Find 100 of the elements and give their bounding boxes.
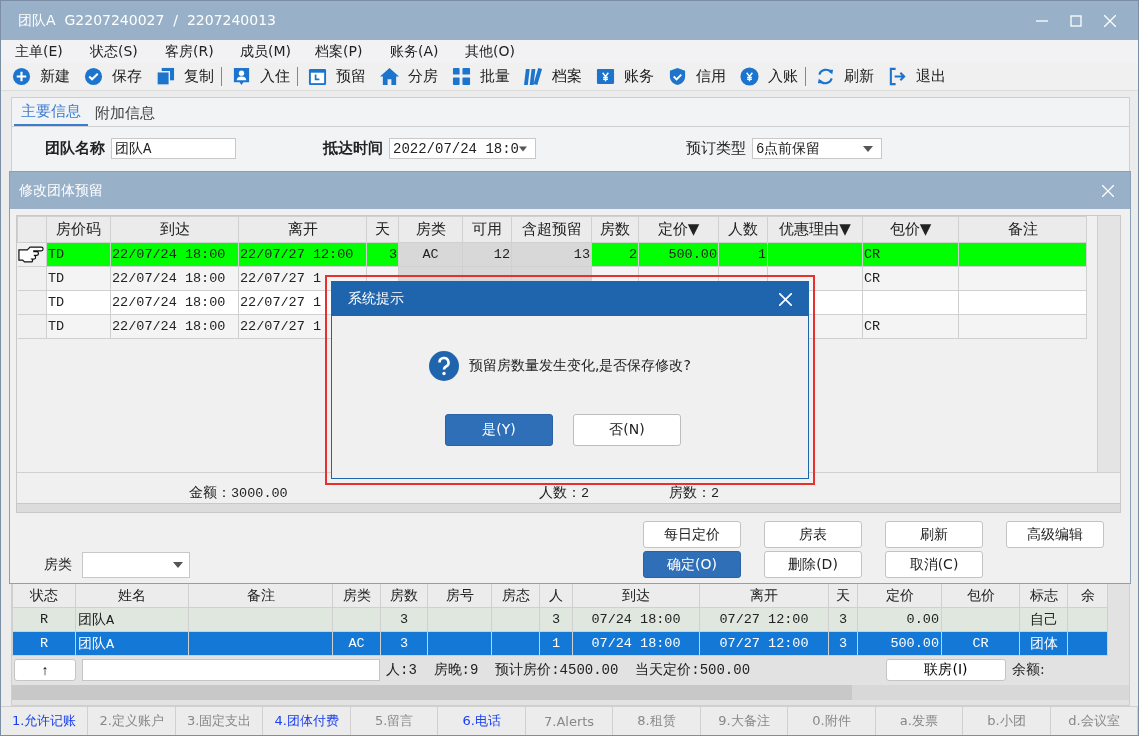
dialog-button[interactable]: 房表 (764, 521, 862, 548)
exit-icon (888, 67, 907, 86)
column-header: 包价▼ (862, 216, 959, 243)
menu-item[interactable]: 主单(E) (15, 42, 90, 61)
toolbar-button[interactable]: 账务 (589, 64, 661, 89)
dialog-button[interactable]: 删除(D) (764, 551, 862, 578)
menu-item[interactable]: 其他(O) (465, 42, 540, 61)
table-cell: R (12, 631, 76, 656)
dropdown-field[interactable]: 2022/07/24 18:0 (389, 138, 536, 159)
tab[interactable]: 主要信息 (14, 102, 88, 126)
question-icon (429, 351, 460, 381)
field-value: 6点前保留 (756, 139, 821, 158)
tab[interactable]: 1.允许记账 (1, 707, 89, 735)
column-header: 离开 (699, 583, 829, 608)
maximize-icon (1070, 14, 1082, 27)
close-icon (1104, 14, 1116, 27)
toolbar-button[interactable]: 预留 (301, 64, 373, 89)
column-header: 状态 (12, 583, 76, 608)
house-icon (380, 67, 399, 86)
tab[interactable]: 附加信息 (88, 104, 162, 126)
dialog-button[interactable]: 确定(O) (643, 551, 741, 578)
shield-check-icon (668, 67, 687, 86)
dropdown-arrow-icon (863, 145, 873, 152)
close-icon (779, 292, 792, 306)
column-header: 到达 (110, 216, 239, 243)
table-cell: 07/27 12:00 (699, 631, 829, 656)
dropdown-arrow-icon (519, 145, 527, 152)
dropdown-arrow-icon (173, 562, 183, 568)
dialog-button[interactable]: 高级编辑 (1006, 521, 1104, 548)
toolbar-button[interactable]: 保存 (77, 64, 149, 89)
horizontal-scrollbar[interactable] (17, 503, 1120, 512)
horizontal-scrollbar[interactable] (12, 685, 1129, 700)
plus-circle-icon (12, 67, 31, 86)
copy-icon (156, 67, 175, 86)
tab[interactable]: 6.电话 (438, 707, 526, 735)
grid-icon (452, 67, 471, 86)
field-value: 2022/07/24 18:0 (393, 140, 520, 157)
column-header: 优惠理由▼ (767, 216, 863, 243)
column-header: 天 (366, 216, 399, 243)
toolbar-button[interactable]: 入账 (733, 67, 806, 86)
menu-item[interactable]: 状态(S) (90, 42, 165, 61)
column-header: 离开 (238, 216, 367, 243)
cash-box-icon (596, 67, 615, 86)
menu-item[interactable]: 客房(R) (165, 42, 240, 61)
toolbar-button[interactable]: 刷新 (809, 64, 881, 89)
table-cell: 22/07/24 18:00 (110, 266, 239, 291)
balance-label: 余额: (1012, 661, 1045, 679)
toolbar-button[interactable]: 复制 (149, 67, 222, 86)
summary-text: 人:3 房晚:9 预计房价:4500.00 当天定价:500.00 (386, 661, 752, 679)
dropdown-field[interactable] (82, 552, 190, 578)
table-cell: 07/24 18:00 (572, 607, 700, 632)
table-cell: 07/27 12:00 (699, 607, 829, 632)
toolbar-button[interactable]: 新建 (5, 64, 77, 89)
menu-item[interactable]: 账务(A) (390, 42, 465, 61)
dialog-button[interactable]: 每日定价 (643, 521, 741, 548)
column-header: 含超预留 (511, 216, 592, 243)
input-field[interactable]: 团队A (111, 138, 236, 159)
person-card-icon (232, 67, 251, 86)
toolbar-button[interactable]: 退出 (881, 64, 953, 89)
table-row[interactable]: TD 22/07/24 18:00 22/07/27 12:00 3 AC 12 13 2 500.00 1 CR (17, 242, 1087, 267)
summary-text: 房数：2 (669, 484, 720, 502)
table-row[interactable]: R 团队A 3 3 07/24 18:00 07/27 12:00 3 0.00 自己 (12, 607, 1108, 632)
dialog-button[interactable]: 取消(C) (885, 551, 983, 578)
vertical-scrollbar[interactable] (1097, 216, 1120, 472)
table-cell: 团队A (75, 607, 189, 632)
column-header: 人数 (718, 216, 768, 243)
yen-coin-icon (740, 67, 759, 86)
field-label: 抵达时间 (323, 139, 383, 158)
field-label: 团队名称 (45, 139, 105, 158)
toolbar-button[interactable]: 批量 (445, 64, 517, 89)
table-cell: 07/24 18:00 (572, 631, 700, 656)
column-header: 可用 (462, 216, 512, 243)
toolbar-button[interactable]: 档案 (517, 64, 589, 89)
toolbar-button[interactable]: 入住 (225, 67, 298, 86)
summary-text: 人数：2 (539, 485, 591, 502)
table-cell: 22/07/24 18:00 (110, 242, 239, 267)
table-row[interactable]: R 团队A AC 3 1 07/24 18:00 07/27 12:00 3 500.00 CR 团体 (12, 631, 1108, 656)
dialog-button[interactable]: 刷新 (885, 521, 983, 548)
pointing-hand-icon (17, 246, 44, 263)
books-icon (524, 67, 543, 86)
window-title: 团队A G2207240027 / 2207240013 (18, 11, 277, 30)
table-cell: CR (862, 266, 959, 291)
toolbar-button[interactable]: 信用 (661, 64, 733, 89)
input-field[interactable] (82, 659, 380, 681)
column-header: 房数 (591, 216, 639, 243)
dialog-button[interactable]: 是(Y) (445, 414, 553, 446)
check-circle-icon (84, 67, 103, 86)
menu-item[interactable]: 档案(P) (315, 42, 390, 61)
toolbar-button[interactable]: 分房 (373, 64, 445, 89)
column-header: 备注 (188, 583, 333, 608)
link-room-button[interactable]: 联房(I) (886, 659, 1006, 681)
dropdown-field[interactable]: 6点前保留 (752, 138, 882, 159)
tab[interactable]: 4.团体付费 (263, 707, 351, 735)
dialog-title: 修改团体预留 (19, 181, 103, 200)
move-up-button[interactable]: ↑ (14, 659, 76, 681)
menu-item[interactable]: 成员(M) (240, 42, 315, 61)
table-cell: 22/07/24 18:00 (110, 290, 239, 315)
field-label: 房类 (44, 556, 72, 574)
dialog-button[interactable]: 否(N) (573, 414, 681, 446)
column-header: 到达 (572, 583, 700, 608)
